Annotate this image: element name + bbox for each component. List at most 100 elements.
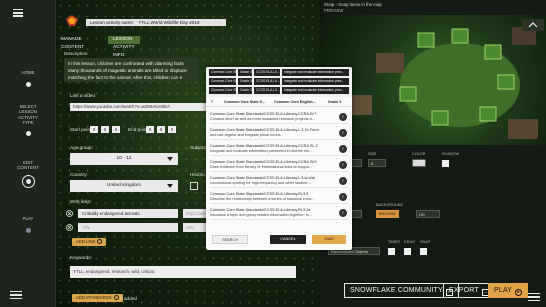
- rail-select-type-label[interactable]: SELECT LESSON ACTIVITY TYPE: [0, 104, 56, 126]
- end-seconds-input[interactable]: 0: [168, 126, 176, 133]
- filter-chip[interactable]: Integrate and evaluate information pres.…: [282, 78, 349, 85]
- chevron-right-icon[interactable]: ›: [339, 113, 347, 121]
- snap-checkbox[interactable]: [420, 248, 427, 255]
- filter-chip[interactable]: CCSS.ELA-Lit...: [254, 78, 280, 85]
- save-button[interactable]: SAVE: [312, 235, 346, 244]
- breadcrumb-item[interactable]: Common Core State S...: [224, 100, 265, 104]
- filter-chip[interactable]: Integrate and evaluate information pres.…: [282, 69, 349, 76]
- chevron-down-icon: [167, 184, 173, 188]
- rail-play-dot[interactable]: [26, 228, 31, 233]
- filter-chip[interactable]: Common Core St...: [209, 69, 236, 76]
- timer-checkbox[interactable]: [388, 248, 395, 255]
- filter-chip[interactable]: Grade 3: [238, 87, 252, 94]
- font-color-picker[interactable]: [412, 159, 426, 167]
- remove-link-icon[interactable]: [66, 210, 73, 217]
- search-button[interactable]: SEARCH: [212, 235, 248, 244]
- video-url-input[interactable]: https://www.youtube.com/watch?v=wZ66AiUm…: [70, 103, 210, 111]
- add-link-button[interactable]: ADD LINK: [72, 238, 107, 246]
- filter-chip[interactable]: Grade 3: [238, 78, 252, 85]
- end-hours-input[interactable]: 0: [146, 126, 154, 133]
- standard-description: conventional spelling for high-frequency…: [210, 181, 312, 185]
- filter-chip[interactable]: Integrate and evaluate information pres.…: [282, 87, 349, 94]
- add-standards-button[interactable]: ADD STANDARDS: [72, 294, 123, 302]
- breadcrumb-item[interactable]: Common Core English...: [274, 100, 316, 104]
- chevron-right-icon[interactable]: ›: [339, 209, 347, 217]
- list-item[interactable]: Common Core State Standards/CCSS.ELA-Lit…: [210, 191, 348, 204]
- drag-label: DRAG: [404, 240, 415, 244]
- start-hours-input[interactable]: 0: [90, 126, 98, 133]
- shadow-checkbox[interactable]: [442, 160, 449, 167]
- chevron-right-icon[interactable]: ›: [339, 145, 347, 153]
- play-button[interactable]: PLAY ▸: [488, 283, 529, 298]
- back-arrow-icon[interactable]: ‹: [211, 99, 213, 105]
- timer-label: TIMER: [388, 240, 400, 244]
- bottom-menu-icon[interactable]: [10, 291, 22, 301]
- filter-chip[interactable]: Common Core St...: [209, 87, 236, 94]
- expand-preview-icon[interactable]: [522, 19, 544, 31]
- remove-link-icon[interactable]: [66, 224, 73, 231]
- rail-select-type-dot[interactable]: [26, 131, 31, 136]
- rail-home-dot[interactable]: [26, 82, 31, 87]
- web-link-title-input[interactable]: Title: [78, 223, 178, 232]
- preview-panel: Snap - Snap items in the map PREVIEW SIZ…: [320, 0, 546, 307]
- rail-edit-content-dot[interactable]: [22, 175, 35, 188]
- description-field[interactable]: In this lesson, children are confronted …: [64, 58, 198, 82]
- chevron-right-icon[interactable]: ›: [339, 161, 347, 169]
- standard-code: Common Core State Standards/CCSS.ELA-Lit…: [210, 192, 309, 196]
- breadcrumb-item[interactable]: Grade 3: [328, 100, 341, 104]
- standards-list: Common Core State Standards/CCSS.ELA-Lit…: [206, 111, 352, 231]
- filter-chip[interactable]: CCSS.ELA-Lit...: [254, 69, 280, 76]
- start-point-label: Start point: [70, 127, 92, 132]
- start-minutes-input[interactable]: 0: [101, 126, 109, 133]
- age-group-select[interactable]: 10 - 12: [70, 153, 178, 165]
- font-size-select[interactable]: 8: [368, 159, 386, 167]
- description-label: Description: [64, 51, 88, 56]
- web-link-title-input[interactable]: Critically endangered animals: [78, 209, 178, 218]
- standard-description: Integrate and evaluate information prese…: [210, 149, 313, 153]
- standard-code: Common Core State Standards/CCSS.ELA-Lit…: [210, 160, 317, 164]
- list-item[interactable]: Common Core State Standards/CCSS.ELA-Lit…: [210, 175, 348, 188]
- browse-background-button[interactable]: BROWSE: [376, 210, 399, 218]
- chevron-right-icon[interactable]: ›: [339, 177, 347, 185]
- preview-menu-icon[interactable]: [528, 293, 540, 303]
- standard-code: Common Core State Standards/CCSS.ELA-Lit…: [210, 208, 311, 212]
- list-item[interactable]: Common Core State Standards/CCSS.ELA-Lit…: [210, 143, 348, 156]
- list-item[interactable]: Common Core State Standards/CCSS.ELA-Lit…: [210, 207, 348, 220]
- filter-chip[interactable]: Grade 3: [238, 69, 252, 76]
- cancel-button[interactable]: CANCEL: [270, 235, 306, 244]
- background-quality-select[interactable]: HD: [416, 210, 440, 218]
- standards-modal: Common Core St... Grade 3 CCSS.ELA-Lit..…: [206, 67, 352, 250]
- tab-manage-content[interactable]: MANAGE CONTENT: [56, 36, 89, 50]
- preview-image[interactable]: [320, 15, 546, 145]
- description-line-1: In this lesson, children are confronted …: [68, 61, 184, 66]
- country-value: United Kingdom: [106, 183, 142, 188]
- drag-checkbox[interactable]: [404, 248, 411, 255]
- standard-code: Common Core State Standards/CCSS.ELA-Lit…: [210, 112, 317, 116]
- rail-play-label[interactable]: PLAY: [0, 216, 56, 221]
- subject-label: Subject:: [190, 145, 207, 150]
- filter-chip[interactable]: CCSS.ELA-Lit...: [254, 87, 280, 94]
- link-video-label: Link a video: [70, 93, 96, 98]
- rail-edit-content-label[interactable]: EDIT CONTENT: [0, 160, 56, 171]
- web-links-label: Web links:: [70, 199, 92, 204]
- rail-home-label[interactable]: HOME: [0, 70, 56, 75]
- tab-lesson-activity-info[interactable]: LESSON ACTIVITY INFO: [108, 36, 140, 58]
- list-item[interactable]: Common Core State Standards/CCSS.ELA-Lit…: [210, 111, 348, 124]
- end-minutes-input[interactable]: 0: [157, 126, 165, 133]
- editor-topbar: Lesson activity name: YTLL World Wildlif…: [56, 14, 320, 28]
- list-item[interactable]: Common Core State Standards/CCSS.ELA-Lit…: [210, 159, 348, 172]
- snowflake-community-button[interactable]: SNOWFLAKE COMMUNITY ↗: [344, 283, 459, 298]
- standard-code: Common Core State Standards/CCSS.ELA-Lit…: [210, 128, 319, 132]
- chevron-right-icon[interactable]: ›: [339, 129, 347, 137]
- activity-name-bar[interactable]: Lesson activity name: YTLL World Wildlif…: [86, 19, 226, 26]
- menu-icon[interactable]: [13, 9, 23, 17]
- filter-chip[interactable]: Common Core St...: [209, 78, 236, 85]
- start-seconds-input[interactable]: 0: [112, 126, 120, 133]
- chevron-right-icon[interactable]: ›: [339, 193, 347, 201]
- list-item[interactable]: Common Core State Standards/CCSS.ELA-Lit…: [210, 127, 348, 140]
- play-label: PLAY: [494, 287, 513, 294]
- country-select[interactable]: United Kingdom: [70, 180, 178, 192]
- historical-checkbox[interactable]: [190, 182, 198, 190]
- description-line-2: Many thousands of magestic animals are k…: [68, 68, 187, 73]
- keywords-input[interactable]: YTLL, endangered, research, wild, critic…: [70, 266, 296, 278]
